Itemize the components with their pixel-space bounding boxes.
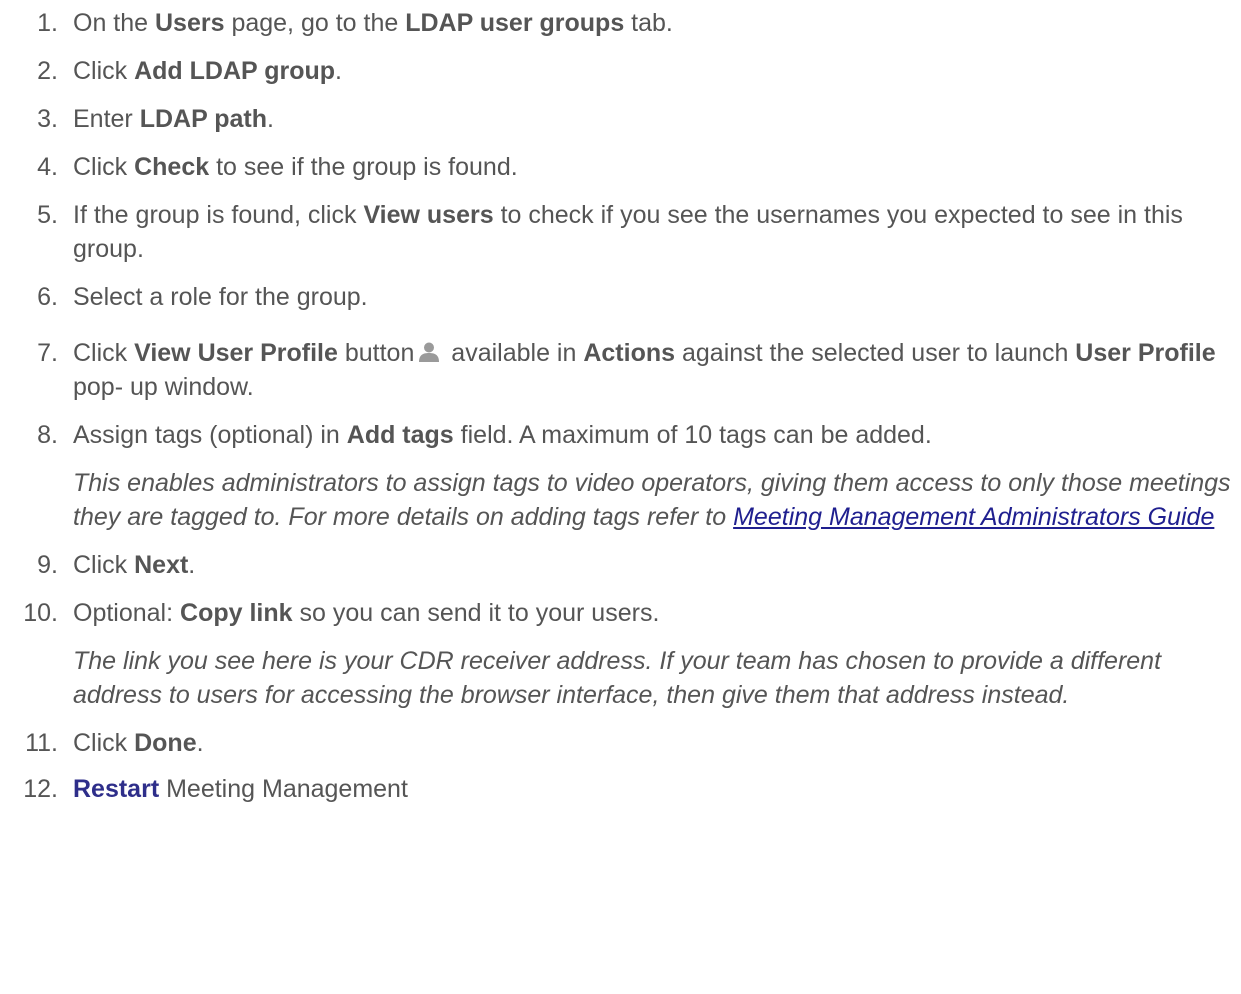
restart-link[interactable]: Restart — [73, 775, 159, 803]
step-number: 9. — [37, 551, 58, 579]
step-text: Restart Meeting Management — [73, 775, 408, 803]
bold-term: LDAP user groups — [405, 9, 625, 37]
bold-term: Next — [134, 551, 189, 579]
step-1: 1. On the Users page, go to the LDAP use… — [0, 6, 1241, 40]
step-2: 2. Click Add LDAP group. — [0, 54, 1241, 88]
step-12: 12. Restart Meeting Management — [0, 772, 1241, 806]
procedure-steps: 1. On the Users page, go to the LDAP use… — [0, 6, 1241, 806]
step-number: 11. — [25, 729, 58, 757]
bold-term: Add LDAP group — [134, 57, 336, 85]
step-number: 10. — [23, 599, 58, 627]
step-9: 9. Click Next. — [0, 548, 1241, 582]
step-number: 4. — [37, 153, 58, 181]
user-profile-icon — [418, 338, 440, 362]
step-number: 2. — [37, 57, 58, 85]
step-6: 6. Select a role for the group. — [0, 280, 1241, 314]
step-note: This enables administrators to assign ta… — [73, 469, 1231, 531]
step-text: If the group is found, click View users … — [73, 201, 1183, 263]
step-8: 8. Assign tags (optional) in Add tags fi… — [0, 418, 1241, 534]
bold-term: View User Profile — [134, 339, 338, 367]
step-text: Enter LDAP path. — [73, 105, 274, 133]
step-text: Optional: Copy link so you can send it t… — [73, 599, 660, 627]
step-note: The link you see here is your CDR receiv… — [73, 647, 1162, 709]
step-number: 7. — [37, 339, 58, 367]
bold-term: Check — [134, 153, 210, 181]
bold-term: View users — [363, 201, 494, 229]
bold-term: Add tags — [346, 421, 454, 449]
step-text: Click Add LDAP group. — [73, 57, 342, 85]
step-text: Click Next. — [73, 551, 196, 579]
bold-term: Users — [155, 9, 225, 37]
bold-term: Done — [134, 729, 197, 757]
step-text: Click View User Profile button available… — [73, 338, 1216, 401]
step-number: 8. — [37, 421, 58, 449]
bold-term: LDAP path — [139, 105, 268, 133]
step-number: 12. — [23, 775, 58, 803]
step-5: 5. If the group is found, click View use… — [0, 198, 1241, 266]
step-11: 11. Click Done. — [0, 726, 1241, 760]
bold-term: Actions — [583, 339, 676, 367]
bold-term: Copy link — [180, 599, 293, 627]
step-7: 7. Click View User Profile button availa… — [0, 336, 1241, 404]
step-text: Select a role for the group. — [73, 283, 368, 311]
step-number: 5. — [37, 201, 58, 229]
step-number: 1. — [37, 9, 58, 37]
bold-term: User Profile — [1075, 339, 1216, 367]
step-3: 3. Enter LDAP path. — [0, 102, 1241, 136]
step-text: On the Users page, go to the LDAP user g… — [73, 9, 673, 37]
step-number: 6. — [37, 283, 58, 311]
step-text: Click Check to see if the group is found… — [73, 153, 518, 181]
admin-guide-link[interactable]: Meeting Management Administrators Guide — [733, 503, 1214, 531]
document-page: 1. On the Users page, go to the LDAP use… — [0, 0, 1241, 994]
step-10: 10. Optional: Copy link so you can send … — [0, 596, 1241, 712]
step-text: Assign tags (optional) in Add tags field… — [73, 421, 932, 449]
step-text: Click Done. — [73, 729, 204, 757]
step-4: 4. Click Check to see if the group is fo… — [0, 150, 1241, 184]
step-number: 3. — [37, 105, 58, 133]
